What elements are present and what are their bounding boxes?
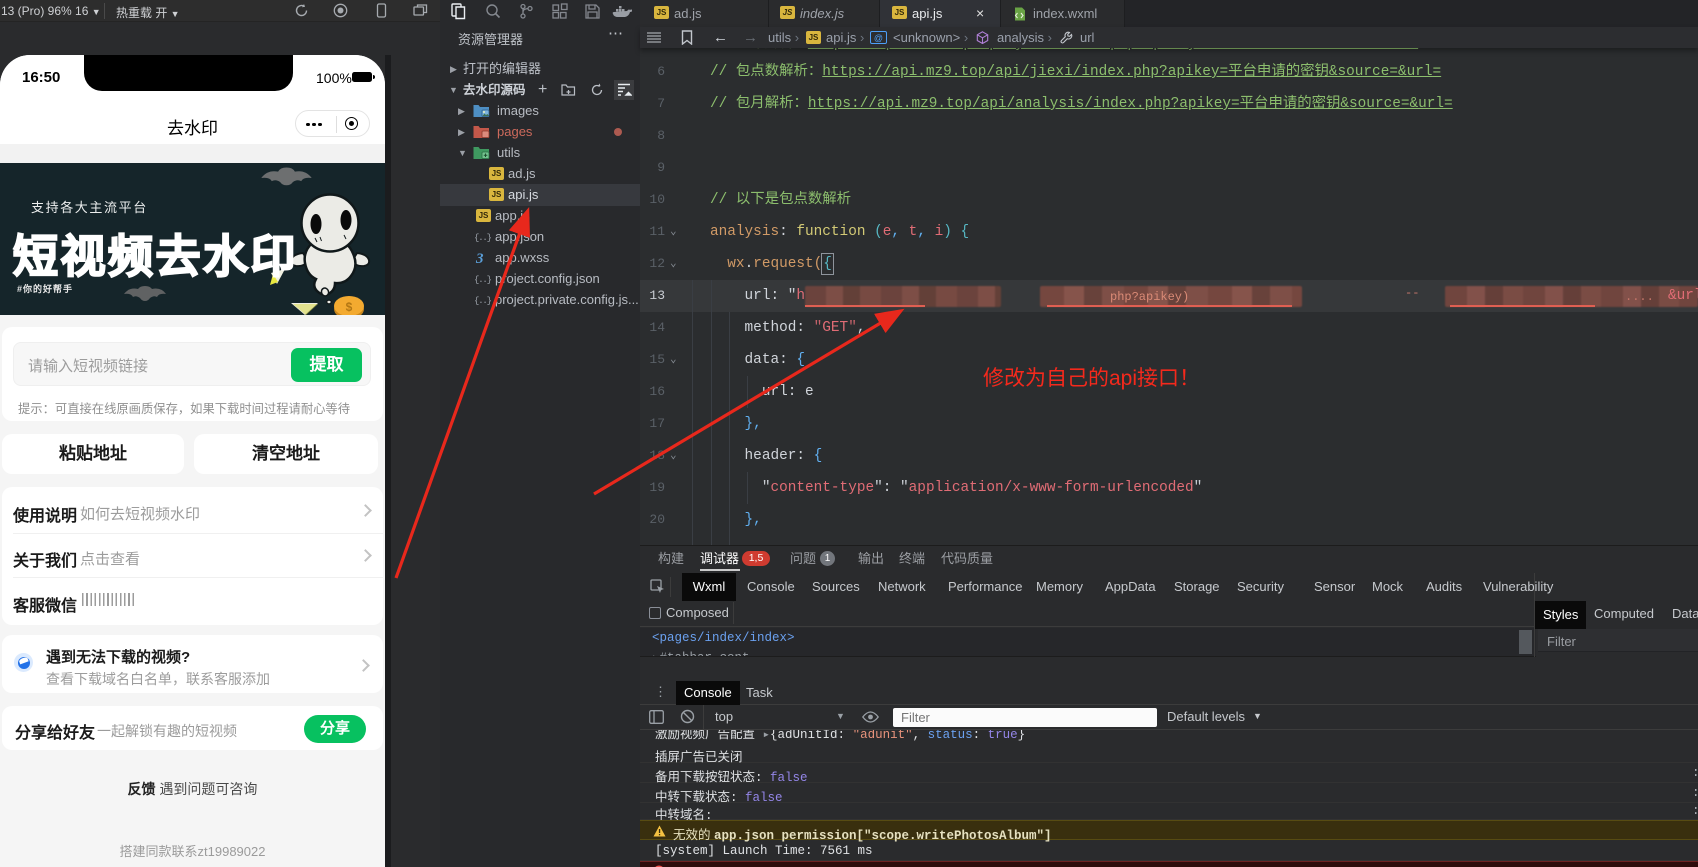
svg-text:修改为自己的api接口！: 修改为自己的api接口！ — [983, 367, 1200, 390]
